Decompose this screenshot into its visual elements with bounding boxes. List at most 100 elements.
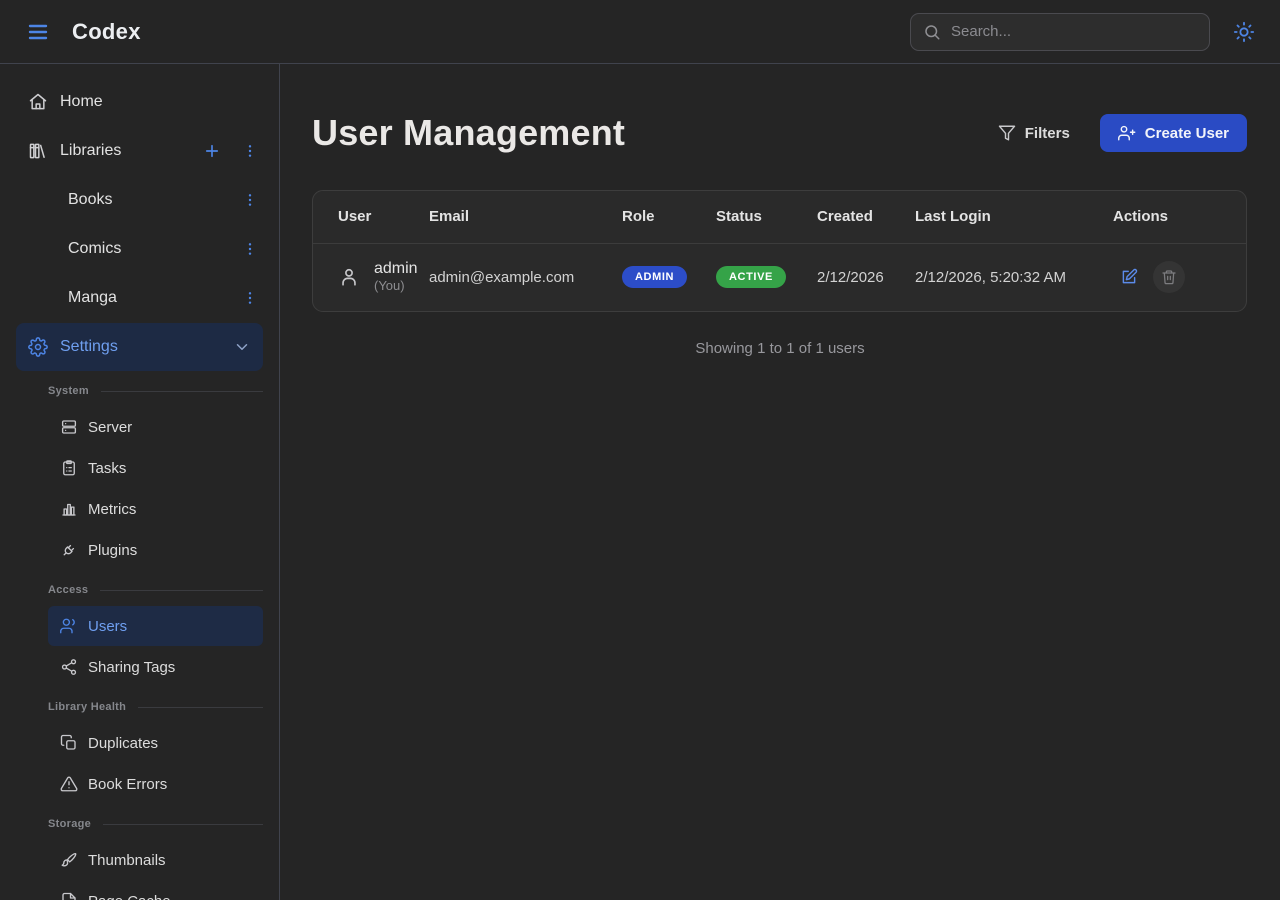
menu-icon [26, 20, 50, 44]
warning-triangle-icon [60, 775, 78, 793]
copy-icon [60, 734, 78, 752]
last-login-date: 2/12/2026, 5:20:32 AM [915, 243, 1113, 311]
table-row: admin (You) admin@example.com ADMIN ACTI… [313, 243, 1246, 311]
user-plus-icon [1118, 124, 1136, 142]
gear-icon [28, 337, 48, 357]
share-icon [60, 658, 78, 676]
books-menu-button[interactable] [237, 187, 263, 213]
sidebar-item-label: Users [88, 618, 127, 635]
sidebar-item-libraries[interactable]: Libraries [0, 127, 279, 175]
status-badge: ACTIVE [716, 266, 786, 288]
search-icon [923, 23, 941, 41]
server-icon [60, 418, 78, 436]
clipboard-icon [60, 459, 78, 477]
users-table: User Email Role Status Created Last Logi… [313, 191, 1246, 311]
delete-user-button[interactable] [1153, 261, 1185, 293]
page-title: User Management [312, 112, 625, 154]
add-library-button[interactable] [199, 138, 225, 164]
plus-icon [203, 142, 221, 160]
sidebar-item-books[interactable]: Books [0, 176, 279, 224]
section-label: Storage [48, 816, 263, 832]
home-icon [28, 92, 48, 112]
sidebar-item-tasks[interactable]: Tasks [48, 448, 263, 488]
sidebar-section-access: Access Users Sharing Tags [0, 582, 279, 687]
sidebar-item-label: Thumbnails [88, 852, 166, 869]
dots-vertical-icon [242, 241, 258, 257]
filters-button[interactable]: Filters [988, 116, 1080, 150]
search-box[interactable] [910, 13, 1210, 51]
column-header-status: Status [716, 191, 817, 243]
theme-toggle-button[interactable] [1224, 12, 1264, 52]
users-icon [60, 617, 78, 635]
sidebar-item-label: Libraries [60, 142, 187, 160]
you-label: (You) [374, 278, 418, 295]
dots-vertical-icon [242, 192, 258, 208]
user-avatar-icon [338, 266, 360, 288]
sidebar-item-users[interactable]: Users [48, 606, 263, 646]
sidebar-section-library-health: Library Health Duplicates Book Errors [0, 699, 279, 804]
brush-icon [60, 851, 78, 869]
sidebar-section-storage: Storage Thumbnails PDF Page Cache [0, 816, 279, 900]
funnel-icon [998, 124, 1016, 142]
actions-cell [1113, 261, 1238, 293]
users-table-card: User Email Role Status Created Last Logi… [312, 190, 1247, 312]
sidebar-item-book-errors[interactable]: Book Errors [48, 764, 263, 804]
sidebar-item-label: Duplicates [88, 735, 158, 752]
sidebar: Home Libraries Books Comics [0, 64, 280, 900]
section-label: Access [48, 582, 263, 598]
sidebar-item-label: Tasks [88, 460, 126, 477]
sidebar-item-server[interactable]: Server [48, 407, 263, 447]
create-user-button[interactable]: Create User [1100, 114, 1247, 152]
dots-vertical-icon [242, 290, 258, 306]
column-header-actions: Actions [1113, 191, 1246, 243]
file-pdf-icon: PDF [60, 892, 78, 900]
sidebar-item-sharing-tags[interactable]: Sharing Tags [48, 647, 263, 687]
sidebar-item-label: Plugins [88, 542, 137, 559]
sidebar-item-label: Book Errors [88, 776, 167, 793]
search-input[interactable] [951, 23, 1197, 40]
sidebar-item-metrics[interactable]: Metrics [48, 489, 263, 529]
column-header-role: Role [622, 191, 716, 243]
bar-chart-icon [60, 500, 78, 518]
sidebar-item-comics[interactable]: Comics [0, 225, 279, 273]
sidebar-item-settings[interactable]: Settings [16, 323, 263, 371]
top-bar: Codex [0, 0, 1280, 64]
column-header-created: Created [817, 191, 915, 243]
plug-icon [60, 541, 78, 559]
sidebar-item-label: Page Cache [88, 893, 171, 900]
user-email: admin@example.com [429, 243, 622, 311]
sidebar-item-label: Books [68, 191, 225, 209]
user-cell: admin (You) [338, 259, 421, 295]
sidebar-item-label: Manga [68, 289, 225, 307]
libraries-menu-button[interactable] [237, 138, 263, 164]
sidebar-item-thumbnails[interactable]: Thumbnails [48, 840, 263, 880]
comics-menu-button[interactable] [237, 236, 263, 262]
table-header-row: User Email Role Status Created Last Logi… [313, 191, 1246, 243]
column-header-last-login: Last Login [915, 191, 1113, 243]
sun-icon [1233, 21, 1255, 43]
library-icon [28, 141, 48, 161]
app-title: Codex [72, 19, 141, 45]
section-label: Library Health [48, 699, 263, 715]
menu-button[interactable] [18, 12, 58, 52]
sidebar-item-manga[interactable]: Manga [0, 274, 279, 322]
sidebar-item-duplicates[interactable]: Duplicates [48, 723, 263, 763]
sidebar-section-system: System Server Tasks Metrics Plugins [0, 383, 279, 570]
sidebar-item-label: Home [60, 93, 263, 111]
create-user-label: Create User [1145, 125, 1229, 142]
filters-label: Filters [1025, 125, 1070, 142]
sidebar-item-page-cache[interactable]: PDF Page Cache [48, 881, 263, 900]
column-header-email: Email [429, 191, 622, 243]
edit-user-button[interactable] [1113, 261, 1145, 293]
trash-icon [1161, 269, 1177, 285]
manga-menu-button[interactable] [237, 285, 263, 311]
pagination-status: Showing 1 to 1 of 1 users [280, 340, 1280, 357]
edit-pencil-icon [1120, 268, 1138, 286]
chevron-down-icon [233, 338, 251, 356]
sidebar-item-label: Comics [68, 240, 225, 258]
sidebar-item-plugins[interactable]: Plugins [48, 530, 263, 570]
created-date: 2/12/2026 [817, 243, 915, 311]
column-header-user: User [313, 191, 429, 243]
role-badge: ADMIN [622, 266, 687, 288]
sidebar-item-home[interactable]: Home [0, 78, 279, 126]
